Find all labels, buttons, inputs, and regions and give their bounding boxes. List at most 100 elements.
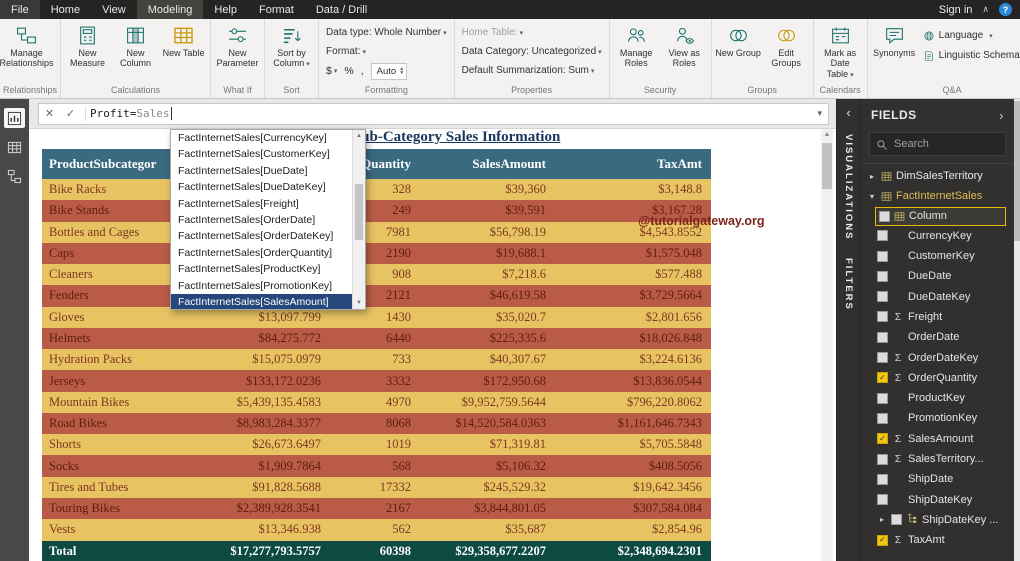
table-cell[interactable]: $19,688.1 [420, 242, 555, 265]
table-cell[interactable]: $35,020.7 [420, 306, 555, 328]
table-cell[interactable]: $796,220.8062 [555, 391, 711, 413]
report-view-icon[interactable] [4, 108, 25, 128]
table-cell[interactable]: $56,798.19 [420, 221, 555, 243]
tab-home[interactable]: Home [40, 0, 91, 19]
table-cell[interactable]: $71,319.81 [420, 434, 555, 456]
field-promotionkey[interactable]: PromotionKey [861, 408, 1014, 428]
table-cell[interactable]: $133,172.0236 [175, 370, 330, 392]
formula-input[interactable]: Profit = Sales [90, 107, 172, 120]
tab-modeling[interactable]: Modeling [136, 0, 204, 19]
synonyms-button[interactable]: Synonyms [871, 21, 918, 58]
table-cell[interactable]: $3,148.8 [555, 179, 711, 201]
new-table-button[interactable]: New Table [160, 21, 207, 58]
visualizations-panel-tab[interactable]: VISUALIZATIONS [843, 134, 854, 240]
tab-format[interactable]: Format [248, 0, 305, 19]
table-cell[interactable]: Bottles and Cages [42, 221, 175, 243]
field-orderdate[interactable]: OrderDate [861, 327, 1014, 347]
table-cell[interactable]: $1,575.048 [555, 242, 711, 265]
field-checkbox[interactable] [877, 311, 888, 323]
table-cell[interactable]: $91,828.5688 [175, 476, 330, 498]
field-checkbox[interactable] [891, 514, 902, 526]
table-cell[interactable]: $5,106.32 [420, 455, 555, 477]
table-cell[interactable]: 4970 [330, 391, 420, 413]
autocomplete-item[interactable]: FactInternetSales[OrderDateKey] [171, 228, 352, 244]
table-cell[interactable]: 8068 [330, 412, 420, 435]
fields-table-dimsalesterritory[interactable]: ▸ DimSalesTerritory [861, 166, 1014, 186]
table-cell[interactable]: 6440 [330, 327, 420, 350]
new-group-button[interactable]: New Group [715, 21, 762, 58]
format-dropdown[interactable]: Format: ▾ [322, 43, 370, 60]
table-cell[interactable]: Helmets [42, 327, 175, 350]
collapse-fields-icon[interactable]: › [999, 108, 1004, 123]
new-parameter-button[interactable]: New Parameter [214, 21, 261, 69]
table-cell[interactable]: $2,389,928.3541 [175, 497, 330, 520]
canvas-scrollbar[interactable]: ▲ [821, 129, 833, 561]
field-checkbox[interactable] [877, 230, 888, 242]
field-orderquantity[interactable]: ✓ Σ OrderQuantity [861, 368, 1014, 388]
help-icon[interactable]: ? [999, 3, 1012, 16]
formula-expand-icon[interactable]: ▾ [817, 108, 828, 119]
column-header-salesamount[interactable]: SalesAmount [420, 149, 555, 179]
linguistic-schema-dropdown[interactable]: Linguistic Schema▾ [919, 47, 1020, 64]
data-view-icon[interactable] [4, 137, 25, 157]
table-cell[interactable]: Mountain Bikes [42, 391, 175, 413]
field-checkbox[interactable] [877, 473, 888, 485]
table-cell[interactable]: $5,705.5848 [555, 434, 711, 456]
autocomplete-item[interactable]: FactInternetSales[Freight] [171, 196, 352, 212]
table-cell[interactable]: $3,844,801.05 [420, 497, 555, 520]
new-column-button[interactable]: New Column [112, 21, 159, 69]
edit-groups-button[interactable]: Edit Groups [763, 21, 810, 69]
table-cell[interactable]: Caps [42, 242, 175, 265]
table-cell[interactable]: Bike Stands [42, 200, 175, 222]
column-header-productsubcategor[interactable]: ProductSubcategor [42, 149, 175, 179]
manage-relationships-button[interactable]: Manage Relationships [0, 21, 54, 69]
table-cell[interactable]: Gloves [42, 306, 175, 328]
table-cell[interactable]: $307,584.084 [555, 497, 711, 520]
table-cell[interactable]: $2,854.96 [555, 519, 711, 541]
column-header-taxamt[interactable]: TaxAmt [555, 149, 711, 179]
table-cell[interactable]: $35,687 [420, 519, 555, 541]
collapse-ribbon-icon[interactable]: ∧ [982, 4, 989, 15]
table-cell[interactable]: $7,218.6 [420, 264, 555, 286]
table-cell[interactable]: $19,642.3456 [555, 476, 711, 498]
autocomplete-item[interactable]: FactInternetSales[DueDateKey] [171, 179, 352, 195]
table-cell[interactable]: $3,224.6136 [555, 349, 711, 371]
table-cell[interactable]: 60398 [330, 540, 420, 561]
table-cell[interactable]: $9,952,759.5644 [420, 391, 555, 413]
table-cell[interactable]: 568 [330, 455, 420, 477]
table-cell[interactable]: Fenders [42, 285, 175, 307]
mark-as-date-table-button[interactable]: Mark as Date Table ▾ [817, 21, 864, 80]
table-cell[interactable]: $13,836.0544 [555, 370, 711, 392]
table-cell[interactable]: $2,801.656 [555, 306, 711, 328]
table-cell[interactable]: Jerseys [42, 370, 175, 392]
table-cell[interactable]: Total [42, 540, 175, 561]
table-cell[interactable]: Shorts [42, 434, 175, 456]
scrollbar-thumb[interactable] [1014, 101, 1020, 241]
table-cell[interactable]: 733 [330, 349, 420, 371]
view-as-roles-button[interactable]: View as Roles [661, 21, 708, 69]
table-cell[interactable]: $577.488 [555, 264, 711, 286]
scroll-down-icon[interactable]: ▼ [353, 297, 365, 309]
fields-scrollbar[interactable] [1014, 99, 1020, 561]
table-cell[interactable]: 1019 [330, 434, 420, 456]
commit-formula-icon[interactable]: ✓ [60, 107, 81, 120]
field-checkbox[interactable] [877, 270, 888, 282]
currency-format-button[interactable]: $ ▾ [326, 65, 337, 77]
table-cell[interactable]: $40,307.67 [420, 349, 555, 371]
field-productkey[interactable]: ProductKey [861, 388, 1014, 408]
table-cell[interactable]: $39,360 [420, 179, 555, 201]
data-type-dropdown[interactable]: Data type: Whole Number ▾ [322, 24, 451, 41]
field-checkbox[interactable]: ✓ [877, 433, 888, 445]
tab-view[interactable]: View [91, 0, 137, 19]
table-cell[interactable]: Cleaners [42, 264, 175, 286]
table-cell[interactable]: $84,275.772 [175, 327, 330, 350]
field-salesterritory[interactable]: Σ SalesTerritory... [861, 449, 1014, 469]
field-shipdatekey[interactable]: ShipDateKey [861, 489, 1014, 509]
table-cell[interactable]: $29,358,677.2207 [420, 540, 555, 561]
autocomplete-item[interactable]: FactInternetSales[CustomerKey] [171, 146, 352, 162]
table-cell[interactable]: $1,909.7864 [175, 455, 330, 477]
table-cell[interactable]: $8,983,284.3377 [175, 412, 330, 435]
table-cell[interactable]: $39,591 [420, 200, 555, 222]
tab-help[interactable]: Help [203, 0, 248, 19]
table-cell[interactable]: Road Bikes [42, 412, 175, 435]
